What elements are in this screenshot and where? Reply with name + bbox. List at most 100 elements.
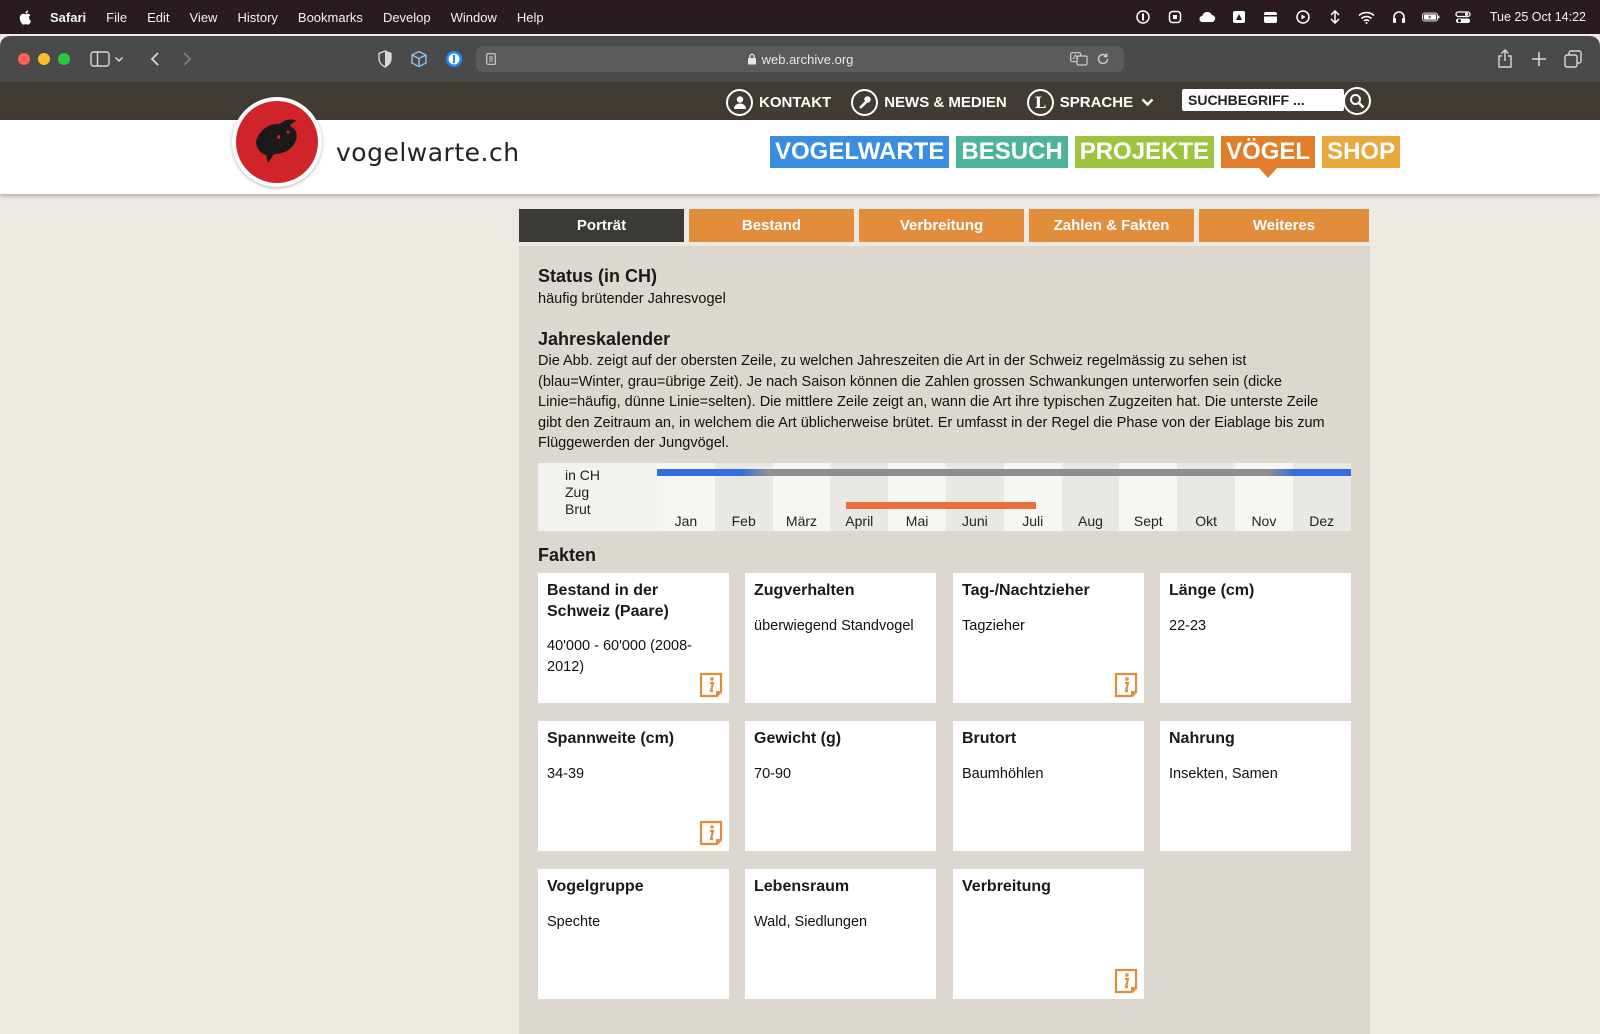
status-text: häufig brütender Jahresvogel bbox=[538, 291, 726, 307]
fact-card: Gewicht (g) 70-90 bbox=[745, 721, 936, 851]
chevron-down-icon[interactable] bbox=[1141, 98, 1154, 107]
row-label-in-ch: in CH bbox=[565, 467, 601, 483]
apple-logo-icon[interactable] bbox=[18, 9, 34, 25]
menu-app-safari[interactable]: Safari bbox=[50, 10, 86, 25]
menu-file[interactable]: File bbox=[106, 10, 127, 25]
privacy-shield-icon[interactable] bbox=[375, 49, 395, 69]
translate-icon[interactable] bbox=[1070, 52, 1088, 66]
battery-icon[interactable] bbox=[1421, 10, 1440, 24]
headphones-icon[interactable] bbox=[1390, 10, 1408, 24]
url-text[interactable]: web.archive.org bbox=[762, 52, 854, 67]
row-label-brut: Brut bbox=[565, 501, 591, 517]
fact-card-title: Zugverhalten bbox=[754, 582, 855, 599]
nav-projekte[interactable]: PROJEKTE bbox=[1074, 136, 1215, 168]
calendar-status-icon[interactable] bbox=[1262, 10, 1280, 24]
onepassword-extension-icon[interactable] bbox=[444, 49, 464, 69]
fact-card: Brutort Baumhöhlen bbox=[953, 721, 1144, 851]
fact-card: Verbreitung bbox=[953, 869, 1144, 999]
search-icon[interactable] bbox=[1343, 87, 1371, 115]
menu-view[interactable]: View bbox=[190, 10, 218, 25]
share-icon[interactable] bbox=[1495, 49, 1515, 69]
nav-besuch[interactable]: BESUCH bbox=[956, 136, 1068, 168]
info-icon[interactable] bbox=[699, 820, 723, 846]
new-tab-plus-icon[interactable] bbox=[1529, 49, 1549, 69]
calendar-month-label: Juli bbox=[1022, 513, 1044, 529]
calendar-month-label: Okt bbox=[1195, 513, 1217, 529]
sprache-label[interactable]: SPRACHE bbox=[1060, 94, 1133, 111]
reload-icon[interactable] bbox=[1096, 52, 1110, 66]
fact-card-value: Insekten, Samen bbox=[1169, 765, 1278, 782]
sidebar-toggle-icon[interactable] bbox=[89, 49, 111, 69]
fact-card: Länge (cm) 22-23 bbox=[1160, 573, 1351, 703]
info-icon[interactable] bbox=[1114, 968, 1138, 994]
fact-card-value: Spechte bbox=[547, 913, 601, 930]
menu-edit[interactable]: Edit bbox=[147, 10, 169, 25]
chevron-down-icon[interactable] bbox=[113, 49, 125, 69]
sprache-dropdown[interactable]: L SPRACHE bbox=[1026, 88, 1154, 116]
nav-voegel[interactable]: VÖGEL bbox=[1221, 136, 1316, 178]
fact-card-value: 40'000 - 60'000 (2008-2012) bbox=[547, 638, 693, 675]
tab-zahlen-fakten[interactable]: Zahlen & Fakten bbox=[1029, 209, 1194, 242]
fact-card-value: Tagzieher bbox=[962, 617, 1025, 634]
fact-card: Spannweite (cm) 34-39 bbox=[538, 721, 729, 851]
vogelwarte-logo[interactable] bbox=[232, 97, 322, 187]
zoom-window-button[interactable] bbox=[58, 53, 70, 65]
calendar-month-label: März bbox=[785, 513, 818, 529]
macos-menubar: Safari File Edit View History Bookmarks … bbox=[0, 0, 1600, 34]
menu-history[interactable]: History bbox=[237, 10, 277, 25]
control-center-icon[interactable] bbox=[1454, 10, 1472, 24]
cloud-icon[interactable] bbox=[1198, 10, 1216, 24]
person-icon bbox=[726, 88, 753, 116]
back-icon[interactable] bbox=[145, 49, 165, 69]
tab-portraet[interactable]: Porträt bbox=[519, 209, 684, 242]
menu-help[interactable]: Help bbox=[517, 10, 544, 25]
info-icon[interactable] bbox=[699, 672, 723, 698]
nav-vogelwarte[interactable]: VOGELWARTE bbox=[770, 136, 950, 168]
minimize-window-button[interactable] bbox=[38, 53, 50, 65]
tab-bestand[interactable]: Bestand bbox=[689, 209, 854, 242]
news-link[interactable]: NEWS & MEDIEN bbox=[851, 88, 1007, 116]
site-name[interactable]: vogelwarte.ch bbox=[336, 138, 520, 167]
menu-window[interactable]: Window bbox=[451, 10, 497, 25]
in-ch-presence-bar bbox=[657, 469, 1351, 476]
news-label[interactable]: NEWS & MEDIEN bbox=[884, 94, 1007, 111]
brut-period-bar bbox=[846, 502, 1036, 509]
description-line: (blau=Winter, grau=übrige Zeit). Je nach… bbox=[538, 373, 1282, 390]
fact-card: Nahrung Insekten, Samen bbox=[1160, 721, 1351, 851]
calendar-month-label: Mai bbox=[905, 513, 929, 529]
fact-card-title: Tag-/Nachtzieher bbox=[962, 582, 1090, 599]
kontakt-link[interactable]: KONTAKT bbox=[726, 88, 831, 116]
fact-card-title: Bestand in der Schweiz (Paare) bbox=[547, 582, 669, 620]
close-window-button[interactable] bbox=[18, 53, 30, 65]
menubar-clock[interactable]: Tue 25 Oct 14:22 bbox=[1490, 10, 1586, 24]
play-circle-icon[interactable] bbox=[1294, 10, 1312, 24]
kontakt-label[interactable]: KONTAKT bbox=[759, 94, 831, 111]
species-tabs: Porträt Bestand Verbreitung Zahlen & Fak… bbox=[519, 209, 1369, 242]
forward-icon[interactable] bbox=[177, 49, 197, 69]
bird-logo-icon bbox=[236, 101, 318, 183]
status-title: Status (in CH) bbox=[538, 266, 657, 286]
onepassword-status-icon[interactable] bbox=[1134, 10, 1152, 24]
wifi-icon[interactable] bbox=[1358, 10, 1376, 24]
nav-shop[interactable]: SHOP bbox=[1322, 136, 1401, 168]
address-bar[interactable]: web.archive.org bbox=[476, 46, 1124, 72]
menu-develop[interactable]: Develop bbox=[383, 10, 431, 25]
window-controls bbox=[18, 53, 70, 65]
lock-icon bbox=[747, 53, 756, 65]
tab-verbreitung[interactable]: Verbreitung bbox=[859, 209, 1024, 242]
extension-cube-icon[interactable] bbox=[409, 49, 429, 69]
safari-toolbar: web.archive.org bbox=[0, 36, 1600, 82]
drive-icon[interactable] bbox=[1230, 10, 1248, 24]
fact-card-title: Spannweite (cm) bbox=[547, 730, 675, 747]
main-navigation: VOGELWARTE BESUCH PROJEKTE VÖGEL SHOP bbox=[770, 136, 1401, 178]
menu-bookmarks[interactable]: Bookmarks bbox=[298, 10, 363, 25]
calendar-month-label: Nov bbox=[1251, 513, 1277, 529]
tab-weiteres[interactable]: Weiteres bbox=[1199, 209, 1369, 242]
sync-status-icon[interactable] bbox=[1326, 10, 1344, 24]
site-search-input[interactable]: SUCHBEGRIFF ... bbox=[1182, 89, 1344, 111]
reader-icon[interactable] bbox=[486, 53, 496, 65]
square-status-icon[interactable] bbox=[1166, 10, 1184, 24]
info-icon[interactable] bbox=[1114, 672, 1138, 698]
tab-overview-icon[interactable] bbox=[1563, 49, 1583, 69]
fact-card-title: Brutort bbox=[962, 730, 1017, 747]
